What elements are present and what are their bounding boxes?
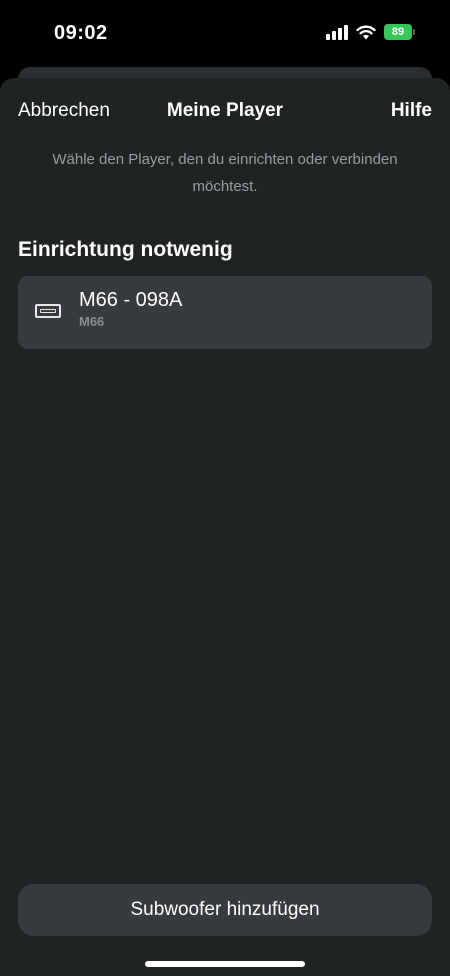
speaker-icon: [35, 304, 61, 318]
add-subwoofer-button[interactable]: Subwoofer hinzufügen: [18, 884, 432, 936]
status-time: 09:02: [54, 22, 108, 44]
player-list-item[interactable]: M66 - 098A M66: [18, 276, 432, 349]
player-sheet: Abbrechen Meine Player Hilfe Wähle den P…: [0, 78, 450, 976]
battery-icon: 89: [384, 24, 415, 40]
section-heading: Einrichtung notwenig: [18, 238, 233, 261]
home-indicator[interactable]: [145, 961, 305, 967]
player-name: M66 - 098A: [79, 289, 183, 311]
status-bar: 09:02 89: [0, 0, 450, 70]
player-model: M66: [79, 314, 105, 329]
nav-bar: Abbrechen Meine Player Hilfe: [0, 78, 450, 144]
status-icons: 89: [326, 24, 415, 40]
help-button[interactable]: Hilfe: [391, 100, 432, 122]
wifi-icon: [356, 25, 376, 39]
battery-level: 89: [391, 26, 405, 38]
signal-icon: [326, 24, 348, 40]
page-title: Meine Player: [166, 100, 284, 121]
subtitle-text: Wähle den Player, den du einrichten oder…: [52, 151, 398, 195]
